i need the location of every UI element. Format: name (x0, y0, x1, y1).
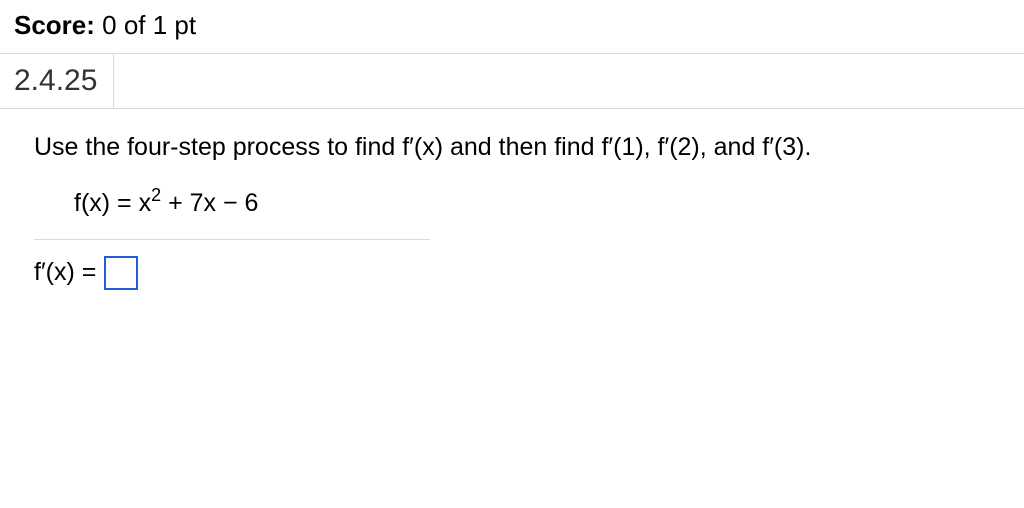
question-content: Use the four-step process to find f′(x) … (0, 109, 1024, 312)
given-equation: f(x) = x2 + 7x − 6 (34, 187, 430, 240)
equation-rhs-post: + 7x − 6 (161, 189, 258, 217)
equation-rhs-sup: 2 (151, 185, 161, 205)
score-label: Score: (14, 10, 95, 40)
score-value: 0 of 1 pt (102, 10, 196, 40)
answer-row: f′(x) = (34, 256, 990, 290)
answer-label: f′(x) = (34, 256, 96, 290)
question-header: 2.4.25 (0, 54, 1024, 109)
score-bar: Score: 0 of 1 pt (0, 0, 1024, 54)
instruction-text: Use the four-step process to find f′(x) … (34, 131, 990, 165)
question-number: 2.4.25 (0, 54, 114, 108)
answer-input[interactable] (104, 256, 138, 290)
equation-rhs-pre: x (139, 189, 152, 217)
equation-lhs: f(x) = (74, 189, 132, 217)
